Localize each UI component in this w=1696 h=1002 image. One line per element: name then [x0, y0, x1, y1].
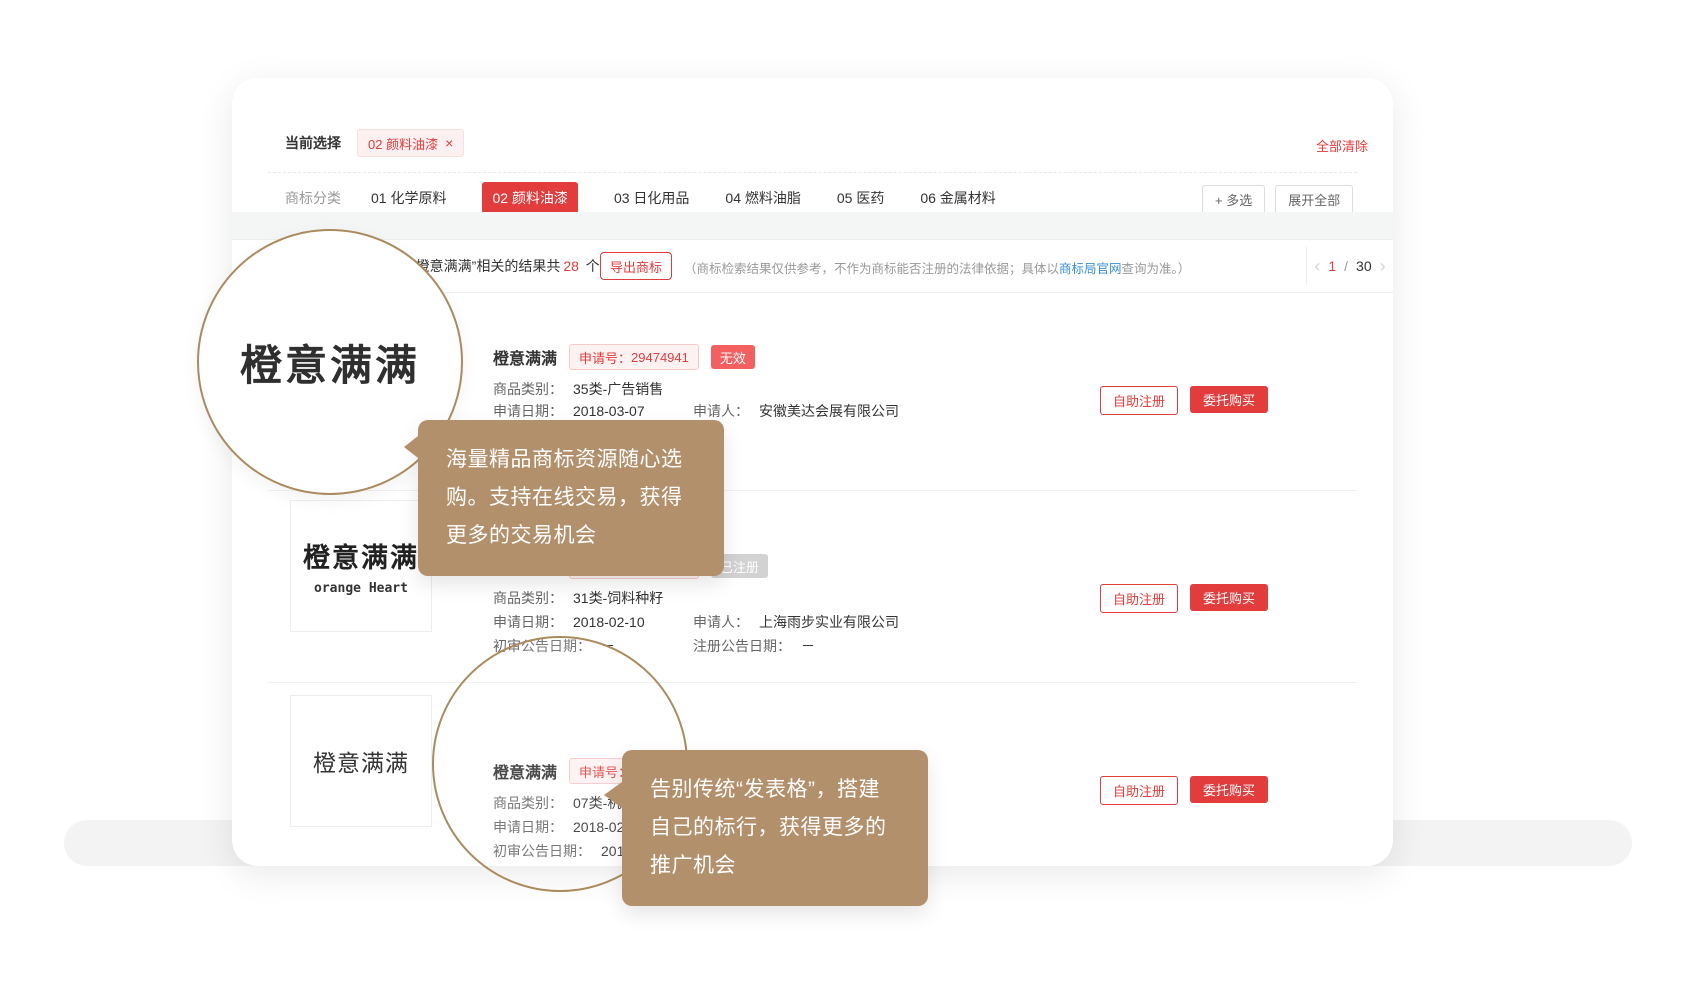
apply-date-label: 申请日期：	[493, 612, 563, 632]
category-item-05[interactable]: 05 医药	[837, 188, 884, 208]
apply-date-value: 2018-03-07	[573, 403, 645, 419]
applicant-value: 上海雨步实业有限公司	[759, 612, 899, 632]
category-item-04[interactable]: 04 燃料油脂	[725, 188, 800, 208]
self-register-button[interactable]: 自助注册	[1100, 776, 1178, 805]
status-badge: 无效	[711, 345, 755, 369]
apply-date-value: 2018-02-10	[573, 614, 645, 630]
tooltip-resource: 海量精品商标资源随心选购。支持在线交易，获得更多的交易机会	[418, 420, 724, 576]
applicant-label: 申请人：	[693, 612, 749, 632]
self-register-button[interactable]: 自助注册	[1100, 386, 1178, 415]
selected-filter-tag-label: 02 颜料油漆	[368, 134, 438, 153]
apply-date-line: 申请日期： 2018-03-07	[493, 401, 645, 421]
category-item-03[interactable]: 03 日化用品	[614, 188, 689, 208]
disclaimer-suffix: 查询为准。）	[1122, 262, 1191, 276]
application-number-value: 29474941	[631, 350, 689, 365]
trademark-name: 橙意满满	[493, 345, 557, 369]
next-page-icon[interactable]: ›	[1380, 257, 1386, 275]
entrust-purchase-button[interactable]: 委托购买	[1190, 386, 1268, 413]
total-pages: 30	[1356, 258, 1372, 274]
multi-select-button[interactable]: + 多选	[1202, 185, 1265, 214]
panel-gap-band	[232, 212, 1393, 239]
expand-all-button[interactable]: 展开全部	[1275, 185, 1353, 214]
category-line: 商品类别： 35类-广告销售	[493, 379, 663, 399]
trademark-office-link[interactable]: 商标局官网	[1059, 262, 1122, 276]
row-divider-2	[268, 682, 1357, 683]
row-actions: 自助注册 委托购买	[1100, 386, 1268, 415]
application-number-tag: 申请号：29474941	[569, 344, 699, 370]
results-count: 28	[563, 258, 579, 274]
category-value: 31类-饲料种籽	[573, 588, 663, 608]
current-page: 1	[1328, 258, 1336, 274]
apply-date-label: 申请日期：	[493, 401, 563, 421]
category-items: 01 化学原料 02 颜料油漆 03 日化用品 04 燃料油脂 05 医药 06…	[371, 182, 996, 214]
export-trademark-button[interactable]: 导出商标	[600, 252, 672, 280]
category-row-label: 商标分类	[285, 188, 341, 208]
filter-dashed-divider	[268, 172, 1357, 173]
trademark-thumbnail: 橙意满满 orange Heart	[290, 500, 432, 632]
current-selection-label: 当前选择	[285, 133, 341, 153]
category-tools: + 多选 展开全部	[1202, 185, 1353, 214]
trademark-mark-text: 橙意满满	[303, 536, 419, 575]
selected-filter-tag[interactable]: 02 颜料油漆 ×	[357, 129, 464, 157]
applicant-label: 申请人：	[693, 401, 749, 421]
category-item-06[interactable]: 06 金属材料	[920, 188, 995, 208]
current-selection-row: 当前选择 02 颜料油漆 ×	[285, 130, 464, 156]
application-number-label: 申请号：	[579, 348, 631, 367]
results-summary-suffix: 个	[586, 258, 600, 274]
prev-page-icon[interactable]: ‹	[1314, 257, 1320, 275]
category-label: 商品类别：	[493, 588, 563, 608]
category-label: 商品类别：	[493, 379, 563, 399]
tooltip-arrow	[604, 782, 622, 808]
category-line: 商品类别： 31类-饲料种籽	[493, 588, 663, 608]
results-disclaimer: （商标检索结果仅供参考，不作为商标能否注册的法律依据；具体以商标局官网查询为准。…	[684, 258, 1190, 277]
trademark-thumbnail: 橙意满满	[290, 695, 432, 827]
entrust-purchase-button[interactable]: 委托购买	[1190, 776, 1268, 803]
trademark-mark-text: 橙意满满	[313, 744, 409, 778]
trademark-mark-subtext: orange Heart	[314, 581, 408, 596]
tooltip-promotion-text: 告别传统“发表格”，搭建自己的标行，获得更多的推广机会	[650, 778, 887, 877]
tooltip-promotion: 告别传统“发表格”，搭建自己的标行，获得更多的推广机会	[622, 750, 928, 906]
applicant-line: 申请人： 上海雨步实业有限公司	[693, 612, 899, 632]
reg-notice-label: 注册公告日期：	[693, 636, 791, 656]
category-row: 商标分类 01 化学原料 02 颜料油漆 03 日化用品 04 燃料油脂 05 …	[285, 184, 996, 212]
applicant-line: 申请人： 安徽美达会展有限公司	[693, 401, 899, 421]
category-value: 35类-广告销售	[573, 379, 663, 399]
row-actions: 自助注册 委托购买	[1100, 584, 1268, 613]
reg-notice-value: －	[801, 636, 815, 656]
pagination: ‹ 1 / 30 ›	[1306, 247, 1393, 285]
magnified-trademark-text: 橙意满满	[240, 332, 420, 393]
tooltip-resource-text: 海量精品商标资源随心选购。支持在线交易，获得更多的交易机会	[446, 448, 683, 547]
self-register-button[interactable]: 自助注册	[1100, 584, 1178, 613]
reg-notice-line: 注册公告日期： －	[693, 636, 815, 656]
category-item-01[interactable]: 01 化学原料	[371, 188, 446, 208]
trademark-title-line: 橙意满满 申请号：29474941 无效	[493, 345, 755, 369]
results-panel-top-border	[232, 239, 1393, 240]
tooltip-arrow	[404, 436, 418, 458]
remove-tag-icon[interactable]: ×	[445, 136, 453, 150]
page-separator: /	[1344, 258, 1348, 274]
entrust-purchase-button[interactable]: 委托购买	[1190, 584, 1268, 611]
category-item-02-selected[interactable]: 02 颜料油漆	[482, 182, 577, 214]
disclaimer-prefix: （商标检索结果仅供参考，不作为商标能否注册的法律依据；具体以	[684, 262, 1059, 276]
row-actions: 自助注册 委托购买	[1100, 776, 1268, 805]
applicant-value: 安徽美达会展有限公司	[759, 401, 899, 421]
apply-date-line: 申请日期： 2018-02-10	[493, 612, 645, 632]
clear-all-button[interactable]: 全部清除	[1316, 136, 1368, 155]
page: 当前选择 02 颜料油漆 × 全部清除 商标分类 01 化学原料 02 颜料油漆…	[0, 0, 1696, 1002]
